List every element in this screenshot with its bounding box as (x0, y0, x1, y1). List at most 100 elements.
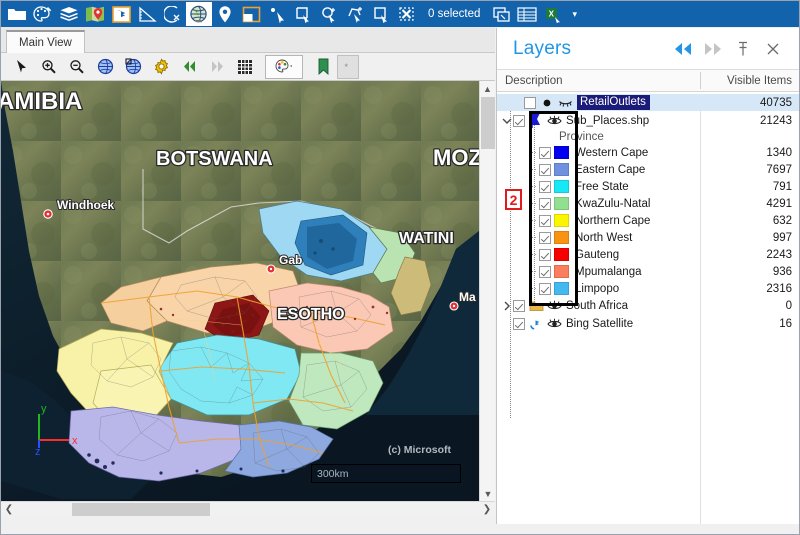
collapse-left-icon[interactable] (668, 36, 698, 62)
layer-class-row[interactable]: ··· Free State 791 (497, 178, 799, 195)
coordinate-icon[interactable] (160, 2, 186, 26)
class-visibility-checkbox[interactable] (539, 197, 551, 210)
add-map-layer-icon[interactable] (82, 2, 108, 26)
palette-icon[interactable] (265, 54, 303, 79)
class-visibility-checkbox[interactable] (539, 265, 551, 278)
tree-twisty-expanded[interactable] (500, 112, 513, 129)
pin-icon[interactable] (728, 36, 758, 62)
expand-right-icon[interactable] (698, 36, 728, 62)
class-color-swatch[interactable] (554, 231, 569, 244)
horizontal-scroll-track[interactable] (17, 502, 479, 517)
point-symbol-icon[interactable] (539, 96, 555, 109)
export-excel-icon[interactable]: X (540, 2, 566, 26)
close-icon[interactable] (758, 36, 788, 62)
zoom-full-extent-icon[interactable] (91, 55, 119, 79)
map-horizontal-scrollbar[interactable]: ❮ ❯ (1, 501, 495, 516)
class-color-swatch[interactable] (554, 180, 569, 193)
column-divider[interactable] (700, 72, 701, 89)
class-visible-count: 2243 (766, 248, 792, 261)
layer-class-row[interactable]: ··· Northern Cape 632 (497, 212, 799, 229)
layer-class-row[interactable]: ··· Gauteng 2243 (497, 246, 799, 263)
class-visibility-checkbox[interactable] (539, 231, 551, 244)
map-vertical-scrollbar[interactable]: ▲ ▼ (479, 81, 495, 501)
map-view-container: AMIBIA BOTSWANA MOZ WATINI ESOTHO Windho… (1, 81, 495, 516)
grid-icon[interactable] (231, 55, 259, 79)
settings-gear-icon[interactable] (147, 55, 175, 79)
clear-selection-icon[interactable] (394, 2, 420, 26)
ribbon-overflow-caret[interactable]: ▾ (572, 9, 577, 20)
layer-visibility-checkbox[interactable] (513, 318, 525, 330)
select-rect-icon[interactable] (290, 2, 316, 26)
eye-open-icon[interactable] (546, 317, 562, 331)
zoom-in-icon[interactable] (35, 55, 63, 79)
select-polygon-icon[interactable] (342, 2, 368, 26)
class-color-swatch[interactable] (554, 214, 569, 227)
folder-icon[interactable] (528, 300, 544, 313)
class-visibility-checkbox[interactable] (539, 214, 551, 227)
layer-class-row[interactable]: ··· KwaZulu-Natal 4291 (497, 195, 799, 212)
select-arrow-icon[interactable] (264, 2, 290, 26)
layer-row-bing-satellite[interactable]: Bing Satellite 16 (497, 315, 799, 333)
eye-open-icon[interactable] (546, 299, 562, 313)
zoom-out-icon[interactable] (63, 55, 91, 79)
scroll-down-arrow-icon[interactable]: ▼ (480, 486, 495, 501)
scale-bar-label: 300km (317, 467, 349, 480)
symbology-icon[interactable] (30, 2, 56, 26)
bing-ribbon-icon[interactable] (528, 318, 544, 331)
layer-visibility-checkbox[interactable] (524, 96, 536, 109)
scroll-up-arrow-icon[interactable]: ▲ (480, 81, 495, 96)
attribute-table-icon[interactable] (514, 2, 540, 26)
layer-class-row[interactable]: ··· Western Cape 1340 (497, 144, 799, 161)
class-visible-count: 1340 (766, 146, 792, 159)
open-folder-icon[interactable] (4, 2, 30, 26)
horizontal-scroll-thumb[interactable] (72, 502, 210, 516)
eye-closed-icon[interactable] (557, 96, 573, 110)
class-color-swatch[interactable] (554, 163, 569, 176)
zoom-layer-extent-icon[interactable] (119, 55, 147, 79)
map-canvas[interactable]: AMIBIA BOTSWANA MOZ WATINI ESOTHO Windho… (1, 81, 479, 501)
previous-extent-icon[interactable] (175, 55, 203, 79)
next-extent-icon[interactable] (203, 55, 231, 79)
more-tools-icon[interactable]: * (337, 54, 359, 79)
tree-leaf-marker: ··· (528, 233, 537, 242)
class-visibility-checkbox[interactable] (539, 146, 551, 159)
flag-symbol-icon[interactable] (528, 113, 544, 128)
layer-visibility-checkbox[interactable] (513, 300, 525, 312)
class-color-swatch[interactable] (554, 146, 569, 159)
layer-visibility-checkbox[interactable] (513, 114, 525, 127)
layers-stack-icon[interactable] (56, 2, 82, 26)
pin-marker-icon[interactable] (212, 2, 238, 26)
tree-twisty-collapsed[interactable] (500, 298, 513, 315)
layer-row-sub-places[interactable]: Sub_Places.shp 21243 (497, 111, 799, 130)
bing-basemap-icon[interactable] (108, 2, 134, 26)
layer-class-row[interactable]: ··· Eastern Cape 7697 (497, 161, 799, 178)
class-color-swatch[interactable] (554, 282, 569, 295)
class-visibility-checkbox[interactable] (539, 248, 551, 261)
layer-class-row[interactable]: ··· North West 997 (497, 229, 799, 246)
scroll-left-arrow-icon[interactable]: ❮ (1, 502, 17, 517)
globe-icon[interactable] (186, 2, 212, 26)
class-color-swatch[interactable] (554, 197, 569, 210)
pointer-tool-icon[interactable] (7, 55, 35, 79)
bookmark-icon[interactable] (309, 55, 337, 79)
class-visibility-checkbox[interactable] (539, 180, 551, 193)
class-visibility-checkbox[interactable] (539, 163, 551, 176)
select-circle-icon[interactable] (316, 2, 342, 26)
layer-row-south-africa[interactable]: South Africa 0 (497, 297, 799, 315)
class-color-swatch[interactable] (554, 248, 569, 261)
layer-class-row[interactable]: ··· Mpumalanga 936 (497, 263, 799, 280)
measure-icon[interactable] (134, 2, 160, 26)
tree-twisty[interactable] (511, 94, 524, 111)
scroll-right-arrow-icon[interactable]: ❯ (479, 502, 495, 517)
main-ribbon-toolbar: 0 selected X ▾ (1, 1, 799, 27)
layer-class-row[interactable]: ··· Limpopo 2316 (497, 280, 799, 297)
class-color-swatch[interactable] (554, 265, 569, 278)
class-visibility-checkbox[interactable] (539, 282, 551, 295)
pan-extent-icon[interactable] (238, 2, 264, 26)
layer-row-retailoutlets[interactable]: RetailOutlets 40735 (497, 94, 799, 111)
copy-selection-icon[interactable] (488, 2, 514, 26)
select-box-icon[interactable] (368, 2, 394, 26)
tab-main-view[interactable]: Main View (6, 30, 85, 53)
vertical-scroll-thumb[interactable] (481, 97, 495, 149)
eye-open-icon[interactable] (546, 114, 562, 128)
